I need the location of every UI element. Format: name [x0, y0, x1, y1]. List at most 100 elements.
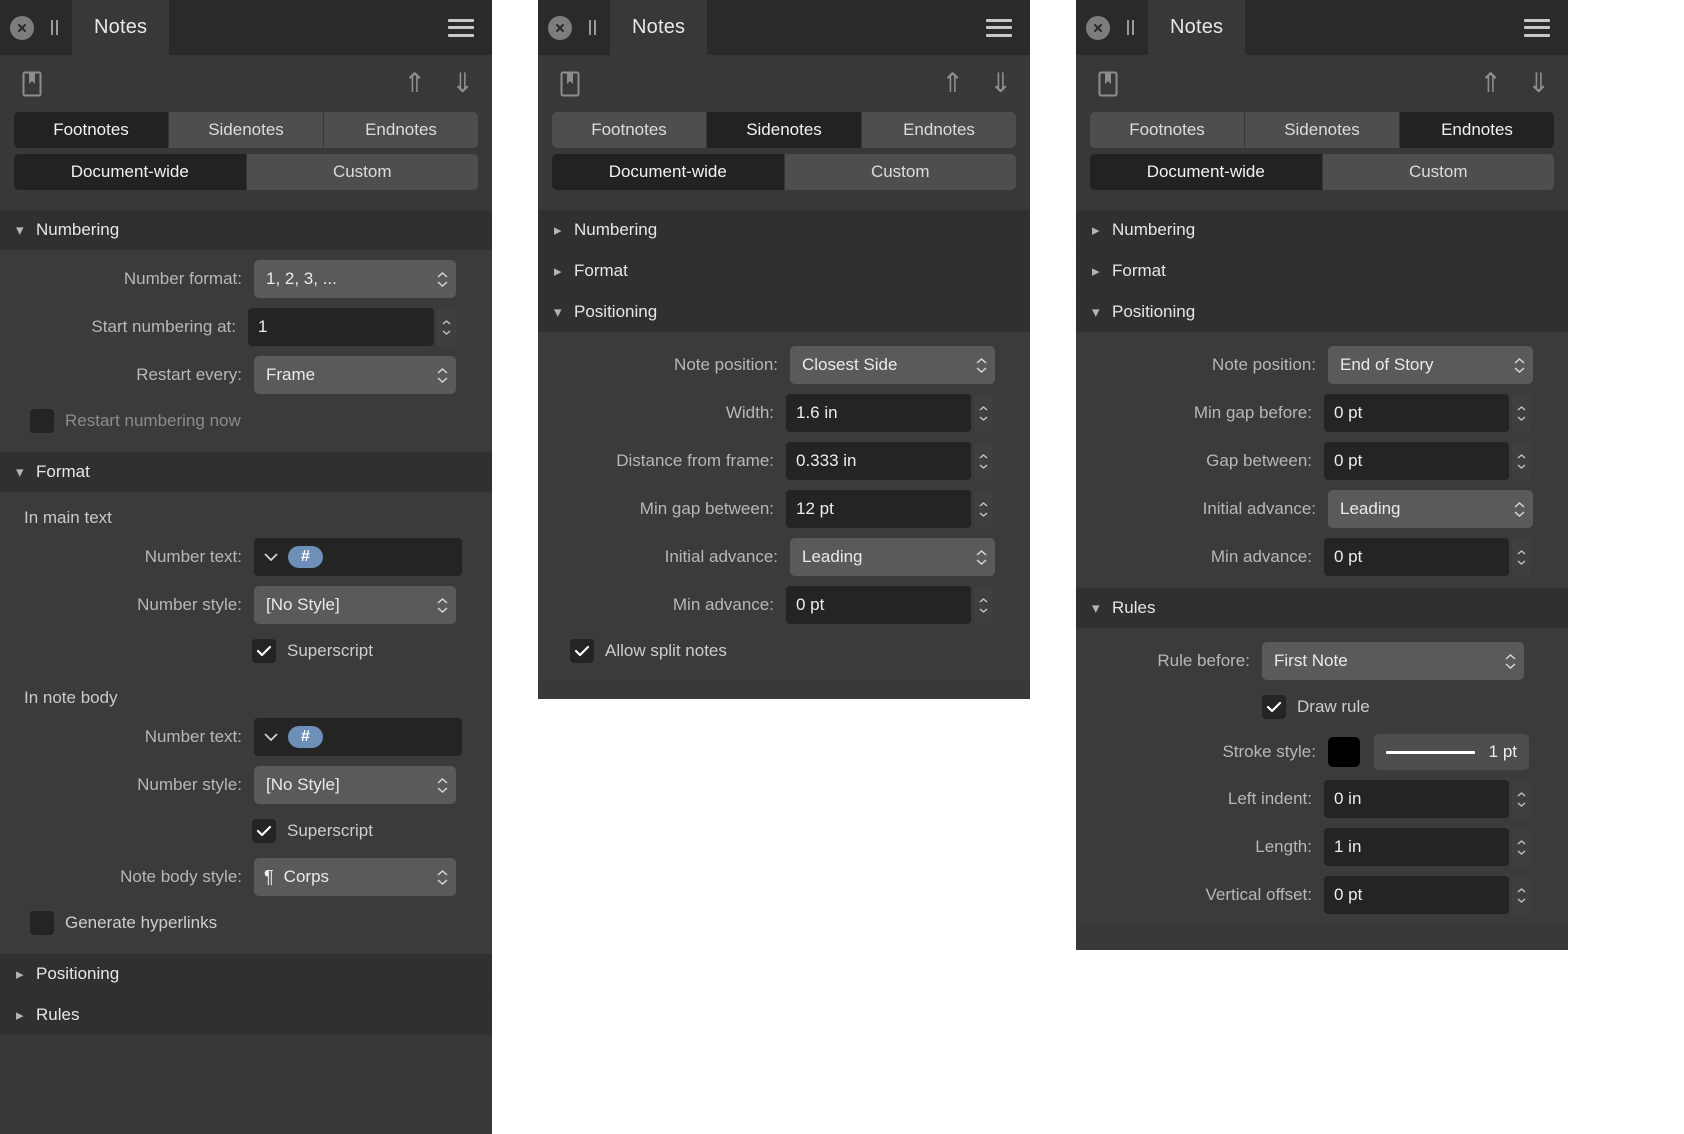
initial-advance-popup[interactable]: Leading — [790, 538, 995, 576]
row-main-number-style: Number style: [No Style] — [0, 586, 492, 624]
gap-between-stepper[interactable] — [1512, 442, 1531, 480]
drag-grip-icon[interactable] — [46, 15, 62, 41]
generate-hyperlinks-checkbox[interactable] — [30, 911, 54, 935]
restart-every-popup[interactable]: Frame — [254, 356, 456, 394]
scope-segmented-control: Document-wide Custom — [14, 154, 478, 190]
scope-segmented-control: Document-wide Custom — [1090, 154, 1554, 190]
number-format-popup[interactable]: 1, 2, 3, ... — [254, 260, 456, 298]
section-header-positioning[interactable]: ▾ Positioning — [538, 292, 1030, 332]
close-icon[interactable] — [10, 15, 34, 40]
start-numbering-at-input[interactable]: 1 — [248, 308, 434, 346]
width-input[interactable]: 1.6 in — [786, 394, 971, 432]
drag-grip-icon[interactable] — [584, 15, 600, 41]
stepper-chevrons-icon — [975, 357, 987, 373]
row-note-position: Note position: End of Story — [1076, 346, 1568, 384]
section-header-positioning[interactable]: ▸ Positioning — [0, 954, 492, 994]
tab-notes[interactable]: Notes — [72, 0, 170, 55]
hamburger-menu-icon[interactable] — [1524, 18, 1550, 37]
tab-document-wide[interactable]: Document-wide — [552, 154, 785, 190]
distance-from-frame-stepper[interactable] — [974, 442, 993, 480]
min-gap-before-input[interactable]: 0 pt — [1324, 394, 1509, 432]
tab-sidenotes[interactable]: Sidenotes — [707, 112, 862, 148]
main-number-style-popup[interactable]: [No Style] — [254, 586, 456, 624]
min-advance-input[interactable]: 0 pt — [786, 586, 971, 624]
note-body-style-popup[interactable]: ¶ Corps — [254, 858, 456, 896]
section-header-format[interactable]: ▾ Format — [0, 452, 492, 492]
close-icon[interactable] — [1086, 15, 1110, 40]
tab-endnotes[interactable]: Endnotes — [1400, 112, 1554, 148]
min-advance-input[interactable]: 0 pt — [1324, 538, 1509, 576]
arrow-up-icon[interactable]: ⇑ — [397, 66, 432, 101]
tab-footnotes[interactable]: Footnotes — [1090, 112, 1245, 148]
arrow-down-icon[interactable]: ⇓ — [445, 66, 480, 101]
length-stepper[interactable] — [1512, 828, 1531, 866]
section-header-numbering[interactable]: ▾ Numbering — [0, 210, 492, 250]
tab-notes[interactable]: Notes — [610, 0, 708, 55]
bookmark-icon[interactable] — [14, 66, 49, 101]
tab-footnotes[interactable]: Footnotes — [14, 112, 169, 148]
note-type-segmented-control: Footnotes Sidenotes Endnotes — [14, 112, 478, 148]
vertical-offset-input[interactable]: 0 pt — [1324, 876, 1509, 914]
section-header-format[interactable]: ▸ Format — [538, 251, 1030, 291]
section-title: Numbering — [1112, 220, 1196, 239]
width-stepper[interactable] — [974, 394, 993, 432]
tab-endnotes[interactable]: Endnotes — [862, 112, 1016, 148]
arrow-down-icon[interactable]: ⇓ — [983, 66, 1018, 101]
hamburger-menu-icon[interactable] — [448, 18, 474, 37]
tab-document-wide[interactable]: Document-wide — [14, 154, 247, 190]
main-number-text-field[interactable]: # — [254, 538, 462, 576]
main-superscript-checkbox[interactable] — [252, 639, 276, 663]
stroke-width-popup[interactable]: 1 pt — [1374, 734, 1529, 770]
allow-split-notes-checkbox[interactable] — [570, 639, 594, 663]
body-superscript-checkbox[interactable] — [252, 819, 276, 843]
chevron-right-icon: ▸ — [554, 263, 562, 280]
min-gap-between-input[interactable]: 12 pt — [786, 490, 971, 528]
tab-custom[interactable]: Custom — [784, 154, 1016, 190]
min-advance-stepper[interactable] — [1512, 538, 1531, 576]
distance-from-frame-input[interactable]: 0.333 in — [786, 442, 971, 480]
tab-endnotes[interactable]: Endnotes — [324, 112, 478, 148]
section-header-rules[interactable]: ▾ Rules — [1076, 588, 1568, 628]
initial-advance-popup[interactable]: Leading — [1328, 490, 1533, 528]
vertical-offset-stepper[interactable] — [1512, 876, 1531, 914]
body-number-style-popup[interactable]: [No Style] — [254, 766, 456, 804]
min-gap-between-stepper[interactable] — [974, 490, 993, 528]
tab-footnotes[interactable]: Footnotes — [552, 112, 707, 148]
note-position-popup[interactable]: Closest Side — [790, 346, 995, 384]
section-header-rules[interactable]: ▸ Rules — [0, 995, 492, 1035]
note-position-popup[interactable]: End of Story — [1328, 346, 1533, 384]
chevron-down-icon[interactable] — [264, 553, 278, 561]
min-advance-stepper[interactable] — [974, 586, 993, 624]
left-indent-stepper[interactable] — [1512, 780, 1531, 818]
tab-notes[interactable]: Notes — [1148, 0, 1246, 55]
chevron-down-icon[interactable] — [264, 733, 278, 741]
bookmark-icon[interactable] — [552, 66, 587, 101]
start-numbering-at-stepper[interactable] — [437, 308, 456, 346]
left-indent-input[interactable]: 0 in — [1324, 780, 1509, 818]
arrow-up-icon[interactable]: ⇑ — [1473, 66, 1508, 101]
gap-between-input[interactable]: 0 pt — [1324, 442, 1509, 480]
drag-grip-icon[interactable] — [1122, 15, 1138, 41]
section-header-numbering[interactable]: ▸ Numbering — [1076, 210, 1568, 250]
section-header-numbering[interactable]: ▸ Numbering — [538, 210, 1030, 250]
tab-custom[interactable]: Custom — [246, 154, 478, 190]
hamburger-menu-icon[interactable] — [986, 18, 1012, 37]
restart-numbering-now-checkbox[interactable] — [30, 409, 54, 433]
arrow-up-icon[interactable]: ⇑ — [935, 66, 970, 101]
arrow-down-icon[interactable]: ⇓ — [1521, 66, 1556, 101]
tab-document-wide[interactable]: Document-wide — [1090, 154, 1323, 190]
tab-sidenotes[interactable]: Sidenotes — [169, 112, 324, 148]
min-gap-before-stepper[interactable] — [1512, 394, 1531, 432]
tab-custom[interactable]: Custom — [1322, 154, 1554, 190]
close-icon[interactable] — [548, 15, 572, 40]
bookmark-icon[interactable] — [1090, 66, 1125, 101]
body-number-text-field[interactable]: # — [254, 718, 462, 756]
section-header-positioning[interactable]: ▾ Positioning — [1076, 292, 1568, 332]
stroke-color-swatch[interactable] — [1328, 737, 1360, 767]
length-input[interactable]: 1 in — [1324, 828, 1509, 866]
rule-before-popup[interactable]: First Note — [1262, 642, 1524, 680]
tab-sidenotes[interactable]: Sidenotes — [1245, 112, 1400, 148]
width-label: Width: — [725, 403, 774, 422]
draw-rule-checkbox[interactable] — [1262, 695, 1286, 719]
section-header-format[interactable]: ▸ Format — [1076, 251, 1568, 291]
